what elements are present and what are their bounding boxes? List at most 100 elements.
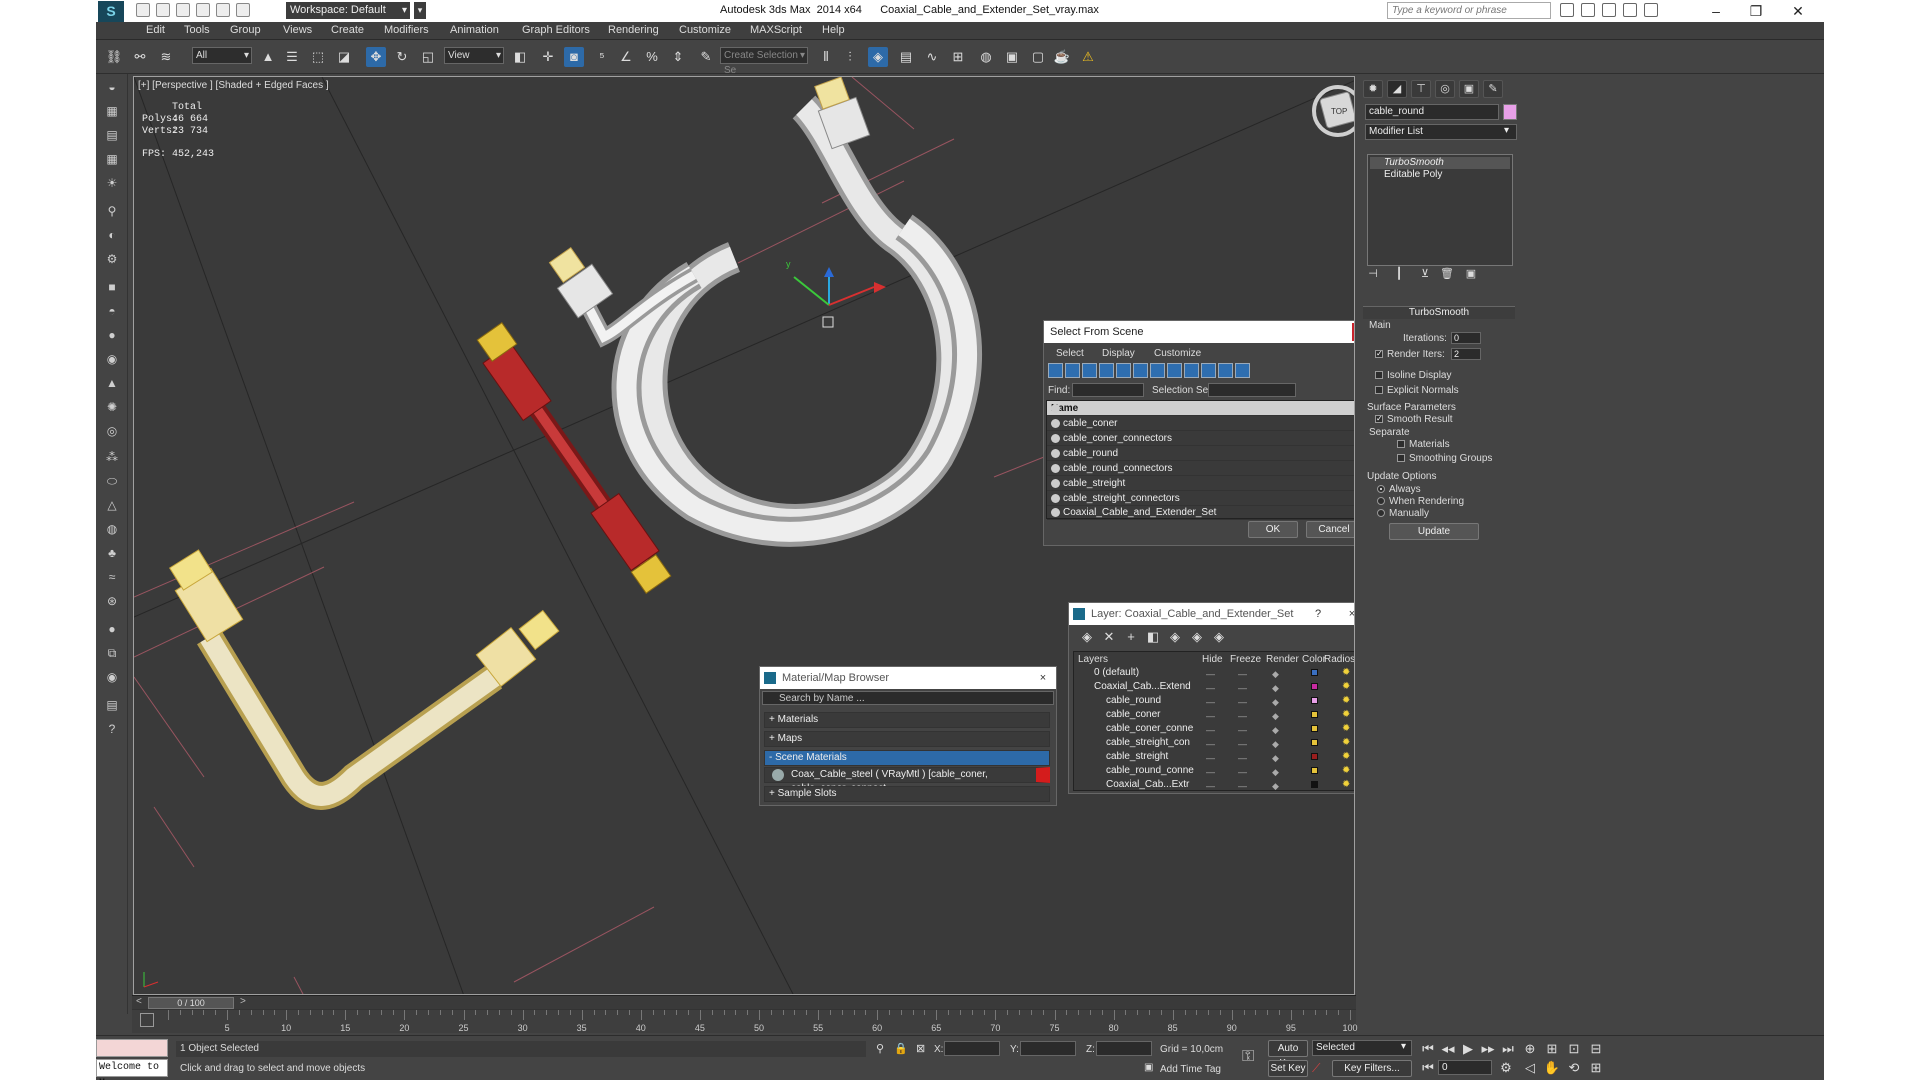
warning-icon[interactable]: ⚠ bbox=[1078, 47, 1098, 67]
layer-hide-toggle[interactable]: — bbox=[1206, 709, 1215, 723]
display-frozen-icon[interactable] bbox=[1218, 363, 1233, 378]
zoom-icon[interactable]: ⊕ bbox=[1520, 1039, 1540, 1059]
layer-freeze-toggle[interactable]: — bbox=[1238, 667, 1247, 681]
render-frame-icon[interactable]: ▦ bbox=[103, 102, 121, 120]
layer-color-swatch[interactable] bbox=[1311, 739, 1318, 746]
sfs-cancel-button[interactable]: Cancel bbox=[1306, 521, 1354, 538]
window-crossing-icon[interactable]: ◪ bbox=[334, 47, 354, 67]
select-rotate-icon[interactable]: ↻ bbox=[392, 47, 412, 67]
list-item[interactable]: cable_round_connectors bbox=[1047, 461, 1354, 476]
sfs-selection-set-dropdown[interactable] bbox=[1208, 383, 1296, 397]
time-slider[interactable]: < 0 / 100 > bbox=[132, 995, 1356, 1009]
layer-radiosity-icon[interactable]: ✹ bbox=[1342, 694, 1350, 708]
set-key-icon[interactable]: ⟋ bbox=[1312, 1061, 1320, 1076]
layer-color-swatch[interactable] bbox=[1311, 753, 1318, 760]
cone-icon[interactable]: ▲ bbox=[103, 374, 121, 392]
layer-freeze-toggle[interactable]: — bbox=[1238, 751, 1247, 765]
material-group-scene-materials[interactable]: - Scene Materials bbox=[764, 750, 1050, 766]
bind-spacewarp-icon[interactable]: ≋ bbox=[156, 47, 176, 67]
globe-icon[interactable]: ◍ bbox=[103, 520, 121, 538]
table-row[interactable]: cable_coner — — ◆ ✹ bbox=[1080, 708, 1354, 723]
workspace-dropdown[interactable]: Workspace: Default bbox=[286, 2, 410, 19]
layer-render-toggle[interactable]: ◆ bbox=[1272, 667, 1279, 681]
torus-icon[interactable]: ◎ bbox=[103, 422, 121, 440]
layer-radiosity-icon[interactable]: ✹ bbox=[1342, 778, 1350, 792]
subscription-icon[interactable] bbox=[1581, 3, 1595, 17]
selected-set-dropdown[interactable]: Selected bbox=[1312, 1040, 1412, 1056]
layer-color-swatch[interactable] bbox=[1311, 683, 1318, 690]
select-by-name-icon[interactable]: ☰ bbox=[282, 47, 302, 67]
menu-create[interactable]: Create bbox=[331, 24, 364, 36]
scene-explorer-icon[interactable]: ▤ bbox=[103, 126, 121, 144]
add-time-tag-label[interactable]: Add Time Tag bbox=[1160, 1064, 1221, 1075]
zoom-all-icon[interactable]: ⊞ bbox=[1542, 1039, 1562, 1059]
display-geometry-icon[interactable] bbox=[1048, 363, 1063, 378]
selection-lock-icon[interactable]: 🔒 bbox=[894, 1042, 908, 1055]
menu-edit[interactable]: Edit bbox=[146, 24, 165, 36]
menu-animation[interactable]: Animation bbox=[450, 24, 499, 36]
modify-tab-icon[interactable]: ◢ bbox=[1387, 80, 1407, 98]
layer-render-toggle[interactable]: ◆ bbox=[1272, 779, 1279, 793]
add-time-tag-icon[interactable]: ▣ bbox=[1144, 1062, 1153, 1073]
binoculars-icon[interactable] bbox=[1560, 3, 1574, 17]
layer-hide-toggle[interactable]: — bbox=[1206, 779, 1215, 793]
teapot-icon[interactable]: ◒ bbox=[103, 78, 121, 96]
named-selection-sets-dropdown[interactable]: Create Selection Se bbox=[720, 47, 808, 76]
speaker-icon[interactable]: ◐ bbox=[103, 226, 121, 244]
time-slider-next-icon[interactable]: > bbox=[240, 996, 246, 1007]
communication-icon[interactable] bbox=[1602, 3, 1616, 17]
go-to-end-icon[interactable]: ⏭ bbox=[1498, 1039, 1518, 1059]
schematic-view-icon[interactable]: ⊞ bbox=[948, 47, 968, 67]
hierarchy-tab-icon[interactable]: ⊤ bbox=[1411, 80, 1431, 98]
display-groups-icon[interactable] bbox=[1150, 363, 1165, 378]
list-item[interactable]: cable_coner bbox=[1047, 416, 1354, 431]
layer-freeze-toggle[interactable]: — bbox=[1238, 695, 1247, 709]
display-hidden-icon[interactable] bbox=[1235, 363, 1250, 378]
display-cameras-icon[interactable] bbox=[1099, 363, 1114, 378]
layer-radiosity-icon[interactable]: ✹ bbox=[1342, 666, 1350, 680]
keyboard-shortcut-override-icon[interactable]: ◙ bbox=[564, 47, 584, 67]
menu-customize[interactable]: Customize bbox=[679, 24, 731, 36]
app-logo-icon[interactable]: S bbox=[98, 1, 124, 22]
layer-col-render[interactable]: Render bbox=[1266, 654, 1299, 665]
box-icon[interactable]: ■ bbox=[103, 278, 121, 296]
update-manually-radio[interactable] bbox=[1377, 509, 1385, 517]
key-mode-toggle-icon[interactable]: ⏮ bbox=[1418, 1058, 1438, 1078]
utilities-tab-icon[interactable]: ✎ bbox=[1483, 80, 1503, 98]
table-row[interactable]: cable_streight_con — — ◆ ✹ bbox=[1080, 736, 1354, 750]
particles-icon[interactable]: ⁂ bbox=[103, 448, 121, 466]
layer-color-swatch[interactable] bbox=[1311, 725, 1318, 732]
list-item[interactable]: Coaxial_Cable_and_Extender_Set bbox=[1047, 505, 1354, 520]
layer-freeze-toggle[interactable]: — bbox=[1238, 765, 1247, 779]
unlink-icon[interactable]: ⚯ bbox=[130, 47, 150, 67]
auto-key-button[interactable]: Auto Key bbox=[1268, 1040, 1308, 1069]
layer-dialog-help-button[interactable]: ? bbox=[1309, 605, 1327, 623]
cloth-icon[interactable]: ⊛ bbox=[103, 592, 121, 610]
object-color-swatch[interactable] bbox=[1503, 104, 1517, 120]
pan-view-icon[interactable]: ✋ bbox=[1542, 1058, 1562, 1078]
open-file-icon[interactable] bbox=[156, 3, 170, 17]
layer-color-swatch[interactable] bbox=[1311, 711, 1318, 718]
list-item[interactable]: cable_streight_connectors bbox=[1047, 491, 1354, 506]
light-icon[interactable]: ☀ bbox=[103, 174, 121, 192]
render-iters-checkbox[interactable]: ✓ bbox=[1375, 350, 1383, 358]
layer-col-color[interactable]: Color bbox=[1302, 654, 1326, 665]
layer-manager-icon[interactable]: ◈ bbox=[868, 47, 888, 67]
separate-materials-checkbox[interactable] bbox=[1397, 440, 1405, 448]
rendered-frame-window-icon[interactable]: ▢ bbox=[1028, 47, 1048, 67]
selection-filter-dropdown[interactable]: All bbox=[192, 47, 252, 64]
sfs-name-column-header[interactable]: Name bbox=[1047, 401, 1354, 416]
sfs-ok-button[interactable]: OK bbox=[1248, 521, 1298, 538]
show-end-result-icon[interactable]: ┃ bbox=[1391, 266, 1407, 282]
render-iters-spinner[interactable]: 2 bbox=[1451, 348, 1481, 360]
layer-color-swatch[interactable] bbox=[1311, 781, 1318, 788]
zoom-extents-icon[interactable]: ⊡ bbox=[1564, 1039, 1584, 1059]
layer-hide-toggle[interactable]: — bbox=[1206, 667, 1215, 681]
sun-icon[interactable]: ✺ bbox=[103, 398, 121, 416]
isoline-display-checkbox[interactable] bbox=[1375, 371, 1383, 379]
turbosmooth-rollout-header[interactable]: TurboSmooth bbox=[1363, 306, 1515, 319]
table-row[interactable]: cable_coner_conne — — ◆ ✹ bbox=[1080, 722, 1354, 736]
update-button[interactable]: Update bbox=[1389, 523, 1479, 540]
angle-snap-icon[interactable]: ∠ bbox=[616, 47, 636, 67]
minimize-button[interactable]: – bbox=[1698, 0, 1734, 22]
